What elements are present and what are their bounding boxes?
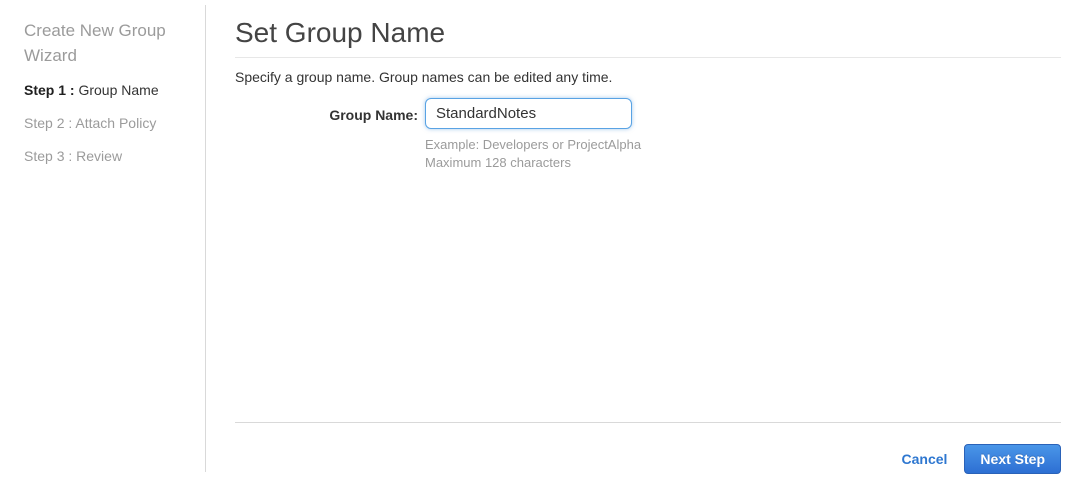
wizard-title: Create New Group Wizard bbox=[24, 21, 166, 65]
step-1-group-name: Step 1 : Group Name bbox=[24, 83, 159, 97]
cancel-button[interactable]: Cancel bbox=[902, 451, 948, 467]
step-3-prefix: Step 3 : bbox=[24, 148, 73, 164]
footer-divider bbox=[235, 422, 1061, 423]
group-name-hint-maxlength: Maximum 128 characters bbox=[425, 155, 571, 170]
footer-actions: Cancel Next Step bbox=[902, 444, 1061, 474]
group-name-hint-example: Example: Developers or ProjectAlpha bbox=[425, 137, 642, 152]
step-2-label: Attach Policy bbox=[75, 115, 157, 131]
step-2-prefix: Step 2 : bbox=[24, 115, 73, 131]
next-step-button[interactable]: Next Step bbox=[964, 444, 1061, 474]
step-1-label: Group Name bbox=[78, 82, 159, 98]
step-1-prefix: Step 1 : bbox=[24, 82, 75, 98]
wizard-steps: Step 1 : Group Name Step 2 : Attach Poli… bbox=[24, 83, 159, 182]
step-3-review: Step 3 : Review bbox=[24, 149, 159, 163]
title-divider bbox=[235, 57, 1061, 58]
group-name-label: Group Name: bbox=[329, 107, 418, 123]
page-title: Set Group Name bbox=[235, 17, 446, 48]
step-3-label: Review bbox=[76, 148, 123, 164]
group-name-form-row: Group Name: Example: Developers or Proje… bbox=[235, 98, 1061, 172]
main-panel: Set Group Name Specify a group name. Gro… bbox=[235, 0, 1061, 480]
group-name-field-column: Example: Developers or ProjectAlpha Maxi… bbox=[425, 98, 641, 172]
group-name-input[interactable] bbox=[425, 98, 632, 129]
step-2-attach-policy: Step 2 : Attach Policy bbox=[24, 116, 159, 130]
wizard-sidebar: Create New Group Wizard Step 1 : Group N… bbox=[0, 5, 206, 472]
page-description: Specify a group name. Group names can be… bbox=[235, 69, 613, 85]
group-name-hints: Example: Developers or ProjectAlpha Maxi… bbox=[425, 136, 641, 172]
